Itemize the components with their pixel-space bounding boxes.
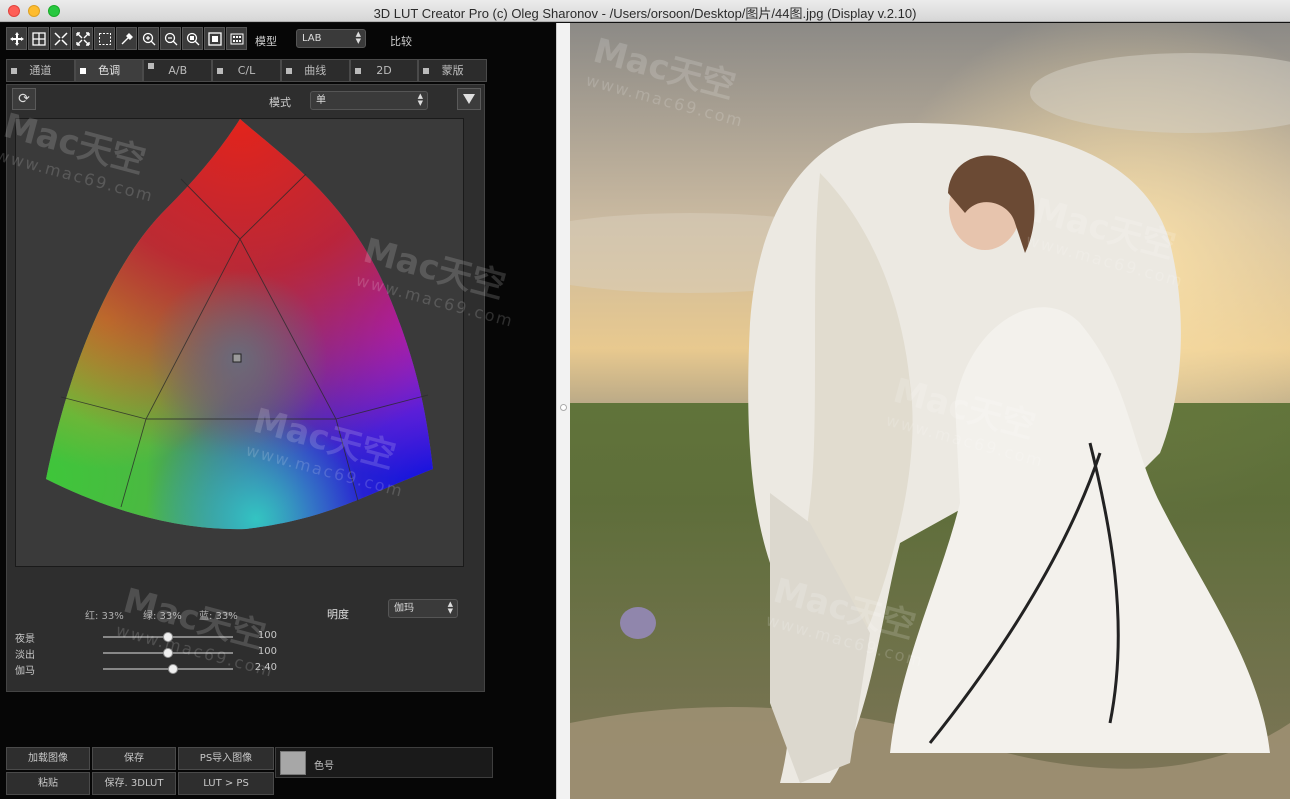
menu-dropdown-button[interactable] bbox=[457, 88, 481, 110]
color-swatch[interactable] bbox=[280, 751, 306, 775]
blue-stat: 蓝: 33% bbox=[199, 611, 238, 622]
reset-icon[interactable]: ⟳ bbox=[12, 88, 36, 110]
brightness-select-value: 伽玛 bbox=[394, 603, 414, 614]
select-arrows-icon: ▲ ▼ bbox=[417, 92, 423, 107]
ps-import-button[interactable]: PS导入图像 bbox=[178, 747, 274, 770]
zoom-fit-icon[interactable] bbox=[182, 27, 203, 50]
mode-select[interactable]: 单 ▲ ▼ bbox=[310, 91, 428, 110]
tab-ab[interactable]: A/B bbox=[143, 59, 213, 82]
slider-track[interactable] bbox=[103, 632, 233, 642]
slider-label: 淡出 bbox=[15, 650, 35, 661]
slider-knob[interactable] bbox=[163, 632, 173, 642]
left-control-pane: 模型 LAB ▲ ▼ 比较 通道 色调 A/B C/L 曲线 2D 蒙版 ⟳ 模式… bbox=[0, 23, 556, 799]
tab-indicator-icon bbox=[148, 63, 155, 69]
window-title: 3D LUT Creator Pro (c) Oleg Sharonov - /… bbox=[373, 6, 917, 21]
slider-row-gamma: 伽马 2.40 bbox=[13, 662, 483, 677]
triangle-down-icon bbox=[463, 94, 475, 104]
tab-indicator-icon bbox=[11, 68, 17, 74]
mode-label: 模式 bbox=[269, 96, 291, 109]
slider-row-night: 夜景 100 bbox=[13, 630, 483, 645]
slider-track[interactable] bbox=[103, 664, 233, 674]
select-arrows-icon: ▲ ▼ bbox=[355, 30, 361, 45]
tab-channels[interactable]: 通道 bbox=[6, 59, 75, 82]
compress-icon[interactable] bbox=[50, 27, 71, 50]
model-label: 模型 bbox=[255, 35, 277, 48]
tab-2d[interactable]: 2D bbox=[349, 59, 419, 82]
tab-label: 2D bbox=[376, 64, 392, 77]
title-bar: 3D LUT Creator Pro (c) Oleg Sharonov - /… bbox=[0, 0, 1290, 22]
tab-label: 蒙版 bbox=[441, 64, 464, 77]
tab-curves[interactable]: 曲线 bbox=[280, 59, 350, 82]
tab-label: C/L bbox=[237, 64, 256, 77]
grid-view-icon[interactable] bbox=[226, 27, 247, 50]
color-number-label: 色号 bbox=[314, 761, 334, 772]
brightness-select[interactable]: 伽玛 ▲ ▼ bbox=[388, 599, 458, 618]
compare-button[interactable]: 比较 bbox=[390, 33, 412, 49]
slider-label: 伽马 bbox=[15, 666, 35, 677]
action-buttons: 加载图像 保存 PS导入图像 粘贴 保存. 3DLUT LUT > PS bbox=[6, 747, 274, 795]
color-wheel-canvas[interactable] bbox=[15, 118, 464, 567]
tab-indicator-icon bbox=[79, 68, 86, 74]
frame-icon[interactable] bbox=[204, 27, 225, 50]
model-select[interactable]: LAB ▲ ▼ bbox=[296, 29, 366, 48]
model-select-value: LAB bbox=[302, 33, 322, 44]
color-info-box: 色号 bbox=[275, 747, 493, 778]
save-3dlut-button[interactable]: 保存. 3DLUT bbox=[92, 772, 176, 795]
tab-indicator-icon bbox=[423, 68, 430, 74]
paste-button[interactable]: 粘贴 bbox=[6, 772, 90, 795]
tab-hue[interactable]: 色调 bbox=[74, 59, 144, 82]
grid-icon[interactable] bbox=[28, 27, 49, 50]
move-icon[interactable] bbox=[6, 27, 27, 50]
mode-select-value: 单 bbox=[316, 95, 326, 106]
tab-cl[interactable]: C/L bbox=[212, 59, 281, 82]
save-button[interactable]: 保存 bbox=[92, 747, 176, 770]
red-stat: 红: 33% bbox=[85, 611, 124, 622]
app-window: 3D LUT Creator Pro (c) Oleg Sharonov - /… bbox=[0, 0, 1290, 799]
tab-mask[interactable]: 蒙版 bbox=[418, 59, 488, 82]
lut-to-ps-button[interactable]: LUT > PS bbox=[178, 772, 274, 795]
slider-value: 100 bbox=[257, 630, 277, 641]
photo-illustration bbox=[570, 23, 1290, 799]
select-arrows-icon: ▲ ▼ bbox=[447, 600, 453, 615]
tab-label: 通道 bbox=[29, 64, 52, 77]
load-image-button[interactable]: 加载图像 bbox=[6, 747, 90, 770]
brightness-label: 明度 bbox=[327, 608, 349, 621]
tab-indicator-icon bbox=[285, 68, 292, 74]
slider-label: 夜景 bbox=[15, 634, 35, 645]
zoom-out-icon[interactable] bbox=[160, 27, 181, 50]
tab-indicator-icon bbox=[217, 68, 224, 74]
hue-panel: ⟳ 模式 单 ▲ ▼ 红: 33% 绿: 33% 蓝: 33% 明度 伽玛 ▲ … bbox=[6, 84, 485, 692]
toolbar bbox=[6, 27, 247, 51]
color-picker-handle[interactable] bbox=[232, 353, 242, 363]
eyedropper-icon[interactable] bbox=[116, 27, 137, 50]
slider-value: 2.40 bbox=[254, 662, 277, 673]
pane-splitter[interactable] bbox=[556, 23, 570, 799]
tab-label: 曲线 bbox=[304, 64, 327, 77]
slider-knob[interactable] bbox=[163, 648, 173, 658]
slider-row-fade: 淡出 100 bbox=[13, 646, 483, 661]
tab-label: 色调 bbox=[98, 64, 121, 77]
green-stat: 绿: 33% bbox=[143, 611, 182, 622]
zoom-in-icon[interactable] bbox=[138, 27, 159, 50]
marquee-icon[interactable] bbox=[94, 27, 115, 50]
tab-label: A/B bbox=[168, 64, 188, 77]
expand-icon[interactable] bbox=[72, 27, 93, 50]
slider-knob[interactable] bbox=[168, 664, 179, 674]
color-triangle-graphic bbox=[46, 119, 433, 530]
slider-track[interactable] bbox=[103, 648, 233, 658]
splitter-grip-icon[interactable] bbox=[560, 404, 567, 411]
slider-value: 100 bbox=[257, 646, 277, 657]
preview-image[interactable]: Mac天空www.mac69.com Mac天空www.mac69.com Ma… bbox=[570, 23, 1290, 799]
tab-indicator-icon bbox=[354, 68, 361, 74]
tab-bar: 通道 色调 A/B C/L 曲线 2D 蒙版 bbox=[6, 59, 488, 82]
